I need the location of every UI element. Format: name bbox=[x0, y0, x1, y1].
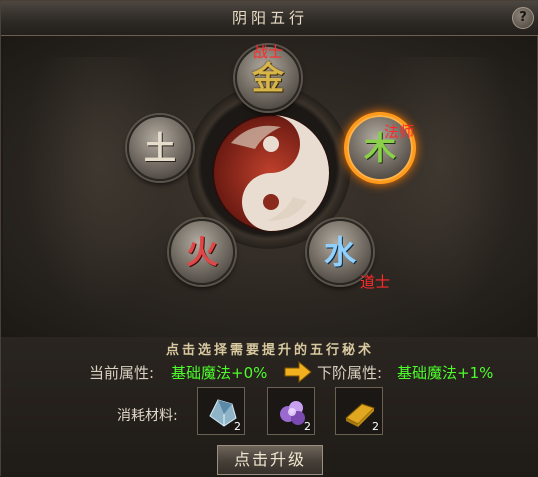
yinyang-wuxing-panel: 阴阳五行 ? 金 土 木 火 水 战士 法师 道士 点击选择需要提升的五行秘术 … bbox=[0, 0, 538, 477]
material-count: 2 bbox=[234, 420, 241, 433]
title-bar[interactable]: 阴阳五行 ? bbox=[1, 1, 538, 36]
material-slot[interactable]: 2 bbox=[267, 387, 315, 435]
window-title: 阴阳五行 bbox=[231, 9, 308, 27]
current-attr-value: 基础魔法+0% bbox=[171, 364, 268, 382]
current-attr-label: 当前属性: bbox=[89, 364, 155, 382]
arrow-right-icon bbox=[284, 361, 312, 383]
element-fire-button[interactable]: 火 bbox=[169, 219, 235, 285]
class-tag-warrior: 战士 bbox=[253, 43, 284, 61]
next-attr-label: 下阶属性: bbox=[317, 364, 383, 382]
material-slot[interactable]: 2 bbox=[197, 387, 245, 435]
material-count: 2 bbox=[372, 420, 379, 433]
materials-label: 消耗材料: bbox=[117, 408, 178, 424]
material-count: 2 bbox=[304, 420, 311, 433]
upgrade-button[interactable]: 点击升级 bbox=[217, 445, 323, 475]
element-earth-button[interactable]: 土 bbox=[127, 115, 193, 181]
taiji-icon bbox=[212, 114, 330, 232]
left-dragon-relief bbox=[23, 57, 173, 317]
class-tag-mage: 法师 bbox=[384, 123, 415, 141]
next-attr-value: 基础魔法+1% bbox=[397, 364, 494, 382]
material-slot[interactable]: 2 bbox=[335, 387, 383, 435]
class-tag-taoist: 道士 bbox=[360, 273, 391, 291]
help-button[interactable]: ? bbox=[512, 7, 534, 29]
instruction-text: 点击选择需要提升的五行秘术 bbox=[165, 343, 374, 358]
